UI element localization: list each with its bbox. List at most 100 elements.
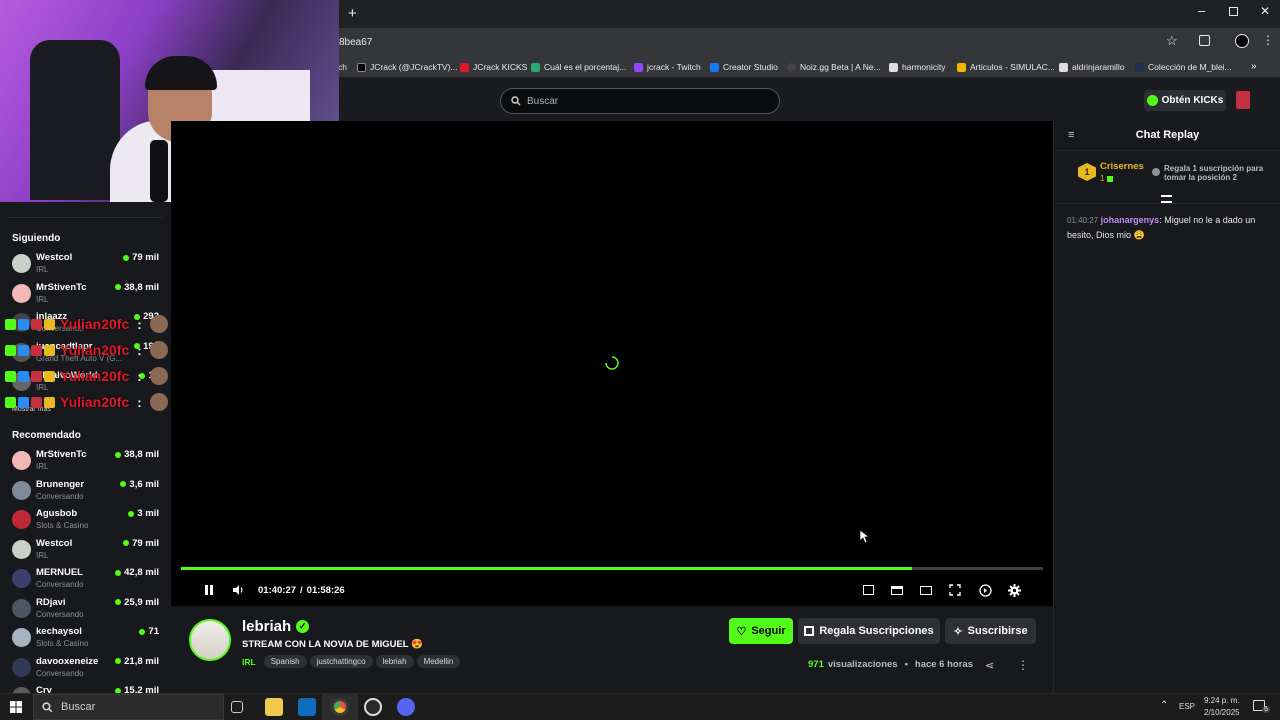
fullscreen-button[interactable]	[947, 582, 963, 598]
taskbar-search[interactable]: Buscar	[33, 694, 224, 720]
url-text[interactable]: 8bea67	[339, 37, 372, 48]
sidebar-channel-6[interactable]: RDjavi Conversando 25,9 mil	[12, 595, 162, 623]
bookmark-item[interactable]: harmonicity	[889, 56, 945, 78]
overlay-separator: :	[137, 368, 142, 384]
new-tab-icon[interactable]: +	[348, 5, 357, 22]
tag-pill[interactable]: Medellin	[416, 655, 461, 668]
sidebar-channel-2[interactable]: Brunenger Conversando 3,6 mil	[12, 477, 162, 505]
viewer-count-value: 42,8 mil	[124, 567, 159, 578]
volume-button[interactable]	[230, 582, 246, 598]
video-player[interactable]	[171, 121, 1053, 606]
pause-button[interactable]	[201, 582, 217, 598]
sidebar-channel-7[interactable]: kechaysol Slots & Casino 71	[12, 624, 162, 652]
sidebar-channel-1[interactable]: Westcol IRL 79 mil	[12, 250, 162, 278]
speed-button[interactable]	[977, 582, 993, 598]
discord-icon[interactable]	[397, 698, 415, 716]
bookmark-item[interactable]: Colección de M_blei...	[1135, 56, 1232, 78]
channel-name[interactable]: lebriah	[242, 618, 291, 635]
task-view-icon[interactable]	[231, 701, 243, 713]
clock-time[interactable]: 9:24 p. m.	[1204, 696, 1240, 705]
overlay-chat-line: Yulian20fc:	[5, 366, 168, 386]
get-kicks-button[interactable]: Obtén KICKs	[1144, 90, 1226, 111]
subscribe-button[interactable]: ✧ Suscribirse	[945, 618, 1036, 644]
fullscreen-icon	[949, 584, 961, 596]
bookmark-label: Noiz.gg Beta | A Ne...	[800, 62, 881, 72]
live-dot-icon	[123, 540, 130, 546]
outlook-icon[interactable]	[298, 698, 316, 716]
channel-name: MERNUEL	[36, 567, 83, 578]
minimize-icon[interactable]: –	[1198, 3, 1205, 18]
follow-button[interactable]: ♡ Seguir	[729, 618, 793, 644]
chat-badge-icon	[5, 318, 16, 330]
chat-filter-icon[interactable]	[1161, 195, 1172, 203]
sidebar-channel-5[interactable]: MERNUEL Conversando 42,8 mil	[12, 565, 162, 593]
gift-subs-button[interactable]: Regala Suscripciones	[798, 618, 940, 644]
bullet: •	[904, 659, 908, 670]
miniplayer-icon	[862, 585, 874, 595]
user-avatar[interactable]	[1236, 91, 1250, 109]
tag-pill[interactable]: lebriah	[375, 655, 414, 668]
channel-avatar[interactable]	[189, 619, 231, 661]
gifter-count: 1	[1100, 174, 1105, 183]
views-count: 971	[808, 659, 824, 670]
bookmark-item[interactable]: JCrack KICKS	[460, 56, 527, 78]
bookmark-label: harmonicity	[902, 62, 946, 72]
miniplayer-button[interactable]	[860, 582, 876, 598]
sidebar-channel-1[interactable]: MrStivenTc IRL 38,8 mil	[12, 447, 162, 475]
channel-category: IRL	[36, 550, 49, 560]
bookmark-item[interactable]: Cuál es el porcentaj...	[531, 56, 626, 78]
gift-prompt[interactable]: Regala 1 suscripción para tomar la posic…	[1164, 164, 1274, 182]
extensions-icon[interactable]	[1199, 35, 1210, 46]
bookmark-label: Colección de M_blei...	[1148, 62, 1232, 72]
avatar	[12, 283, 31, 303]
gifter-rank-badge: 1	[1078, 163, 1096, 181]
sidebar-channel-4[interactable]: Westcol IRL 79 mil	[12, 536, 162, 564]
tag-pill[interactable]: Spanish	[263, 655, 307, 668]
sidebar-channel-2[interactable]: MrStivenTc IRL 38,8 mil	[12, 280, 162, 308]
bookmark-star-icon[interactable]: ☆	[1166, 33, 1178, 49]
time-ago: hace 6 horas	[914, 659, 973, 670]
avatar	[12, 510, 31, 529]
pause-icon	[205, 585, 213, 595]
bookmark-label: Cuál es el porcentaj...	[544, 62, 627, 72]
tag-pill[interactable]: justchattingco	[309, 655, 373, 668]
restore-icon[interactable]	[1229, 7, 1238, 16]
bookmark-item[interactable]: Articulos - SIMULAC...	[957, 56, 1055, 78]
windows-start-icon[interactable]	[10, 701, 22, 713]
theater-button[interactable]	[918, 582, 934, 598]
obs-icon[interactable]	[364, 698, 382, 716]
bookmark-label: Articulos - SIMULAC...	[970, 62, 1056, 72]
search-input[interactable]: Buscar	[500, 88, 780, 114]
bookmark-item[interactable]: ch	[338, 56, 347, 78]
share-icon[interactable]: ⋖	[985, 659, 994, 672]
menu-kebab-icon[interactable]: ⋮	[1262, 33, 1274, 47]
viewer-count: 79 mil	[123, 538, 159, 549]
language-indicator[interactable]: ESP	[1179, 702, 1195, 711]
viewer-count: 42,8 mil	[115, 567, 159, 578]
recommended-title: Recomendado	[12, 430, 81, 441]
file-explorer-icon[interactable]	[265, 698, 283, 716]
live-dot-icon	[115, 658, 122, 664]
clapper-icon	[891, 585, 903, 595]
sidebar-channel-3[interactable]: Agusbob Slots & Casino 3 mil	[12, 506, 162, 534]
clock-date[interactable]: 2/10/2025	[1204, 708, 1240, 717]
bookmarks-overflow-icon[interactable]: »	[1251, 61, 1257, 72]
clip-button[interactable]	[889, 582, 905, 598]
profile-icon[interactable]	[1235, 34, 1249, 48]
channel-name: davooxeneize	[36, 655, 99, 667]
live-dot-icon	[120, 481, 127, 487]
more-options-icon[interactable]: ⋮	[1017, 658, 1029, 672]
bookmark-item[interactable]: JCrack (@JCrackTV)...	[357, 56, 458, 78]
tray-chevron-icon[interactable]: ⌃	[1160, 700, 1168, 711]
bookmark-item[interactable]: jcrack - Twitch	[634, 56, 701, 78]
stream-category[interactable]: IRL	[242, 657, 256, 667]
sidebar-channel-8[interactable]: davooxeneize Conversando 21,8 mil	[12, 654, 162, 682]
message-user[interactable]: johanargenys	[1101, 215, 1160, 225]
close-window-icon[interactable]: ✕	[1260, 4, 1270, 18]
bookmark-item[interactable]: aldrinjaramillo	[1059, 56, 1124, 78]
gifter-name[interactable]: Crisernes	[1100, 161, 1144, 172]
bookmark-item[interactable]: Creator Studio	[710, 56, 778, 78]
settings-button[interactable]	[1006, 582, 1022, 598]
bookmark-item[interactable]: Noiz.gg Beta | A Ne...	[787, 56, 881, 78]
avatar	[12, 539, 31, 559]
